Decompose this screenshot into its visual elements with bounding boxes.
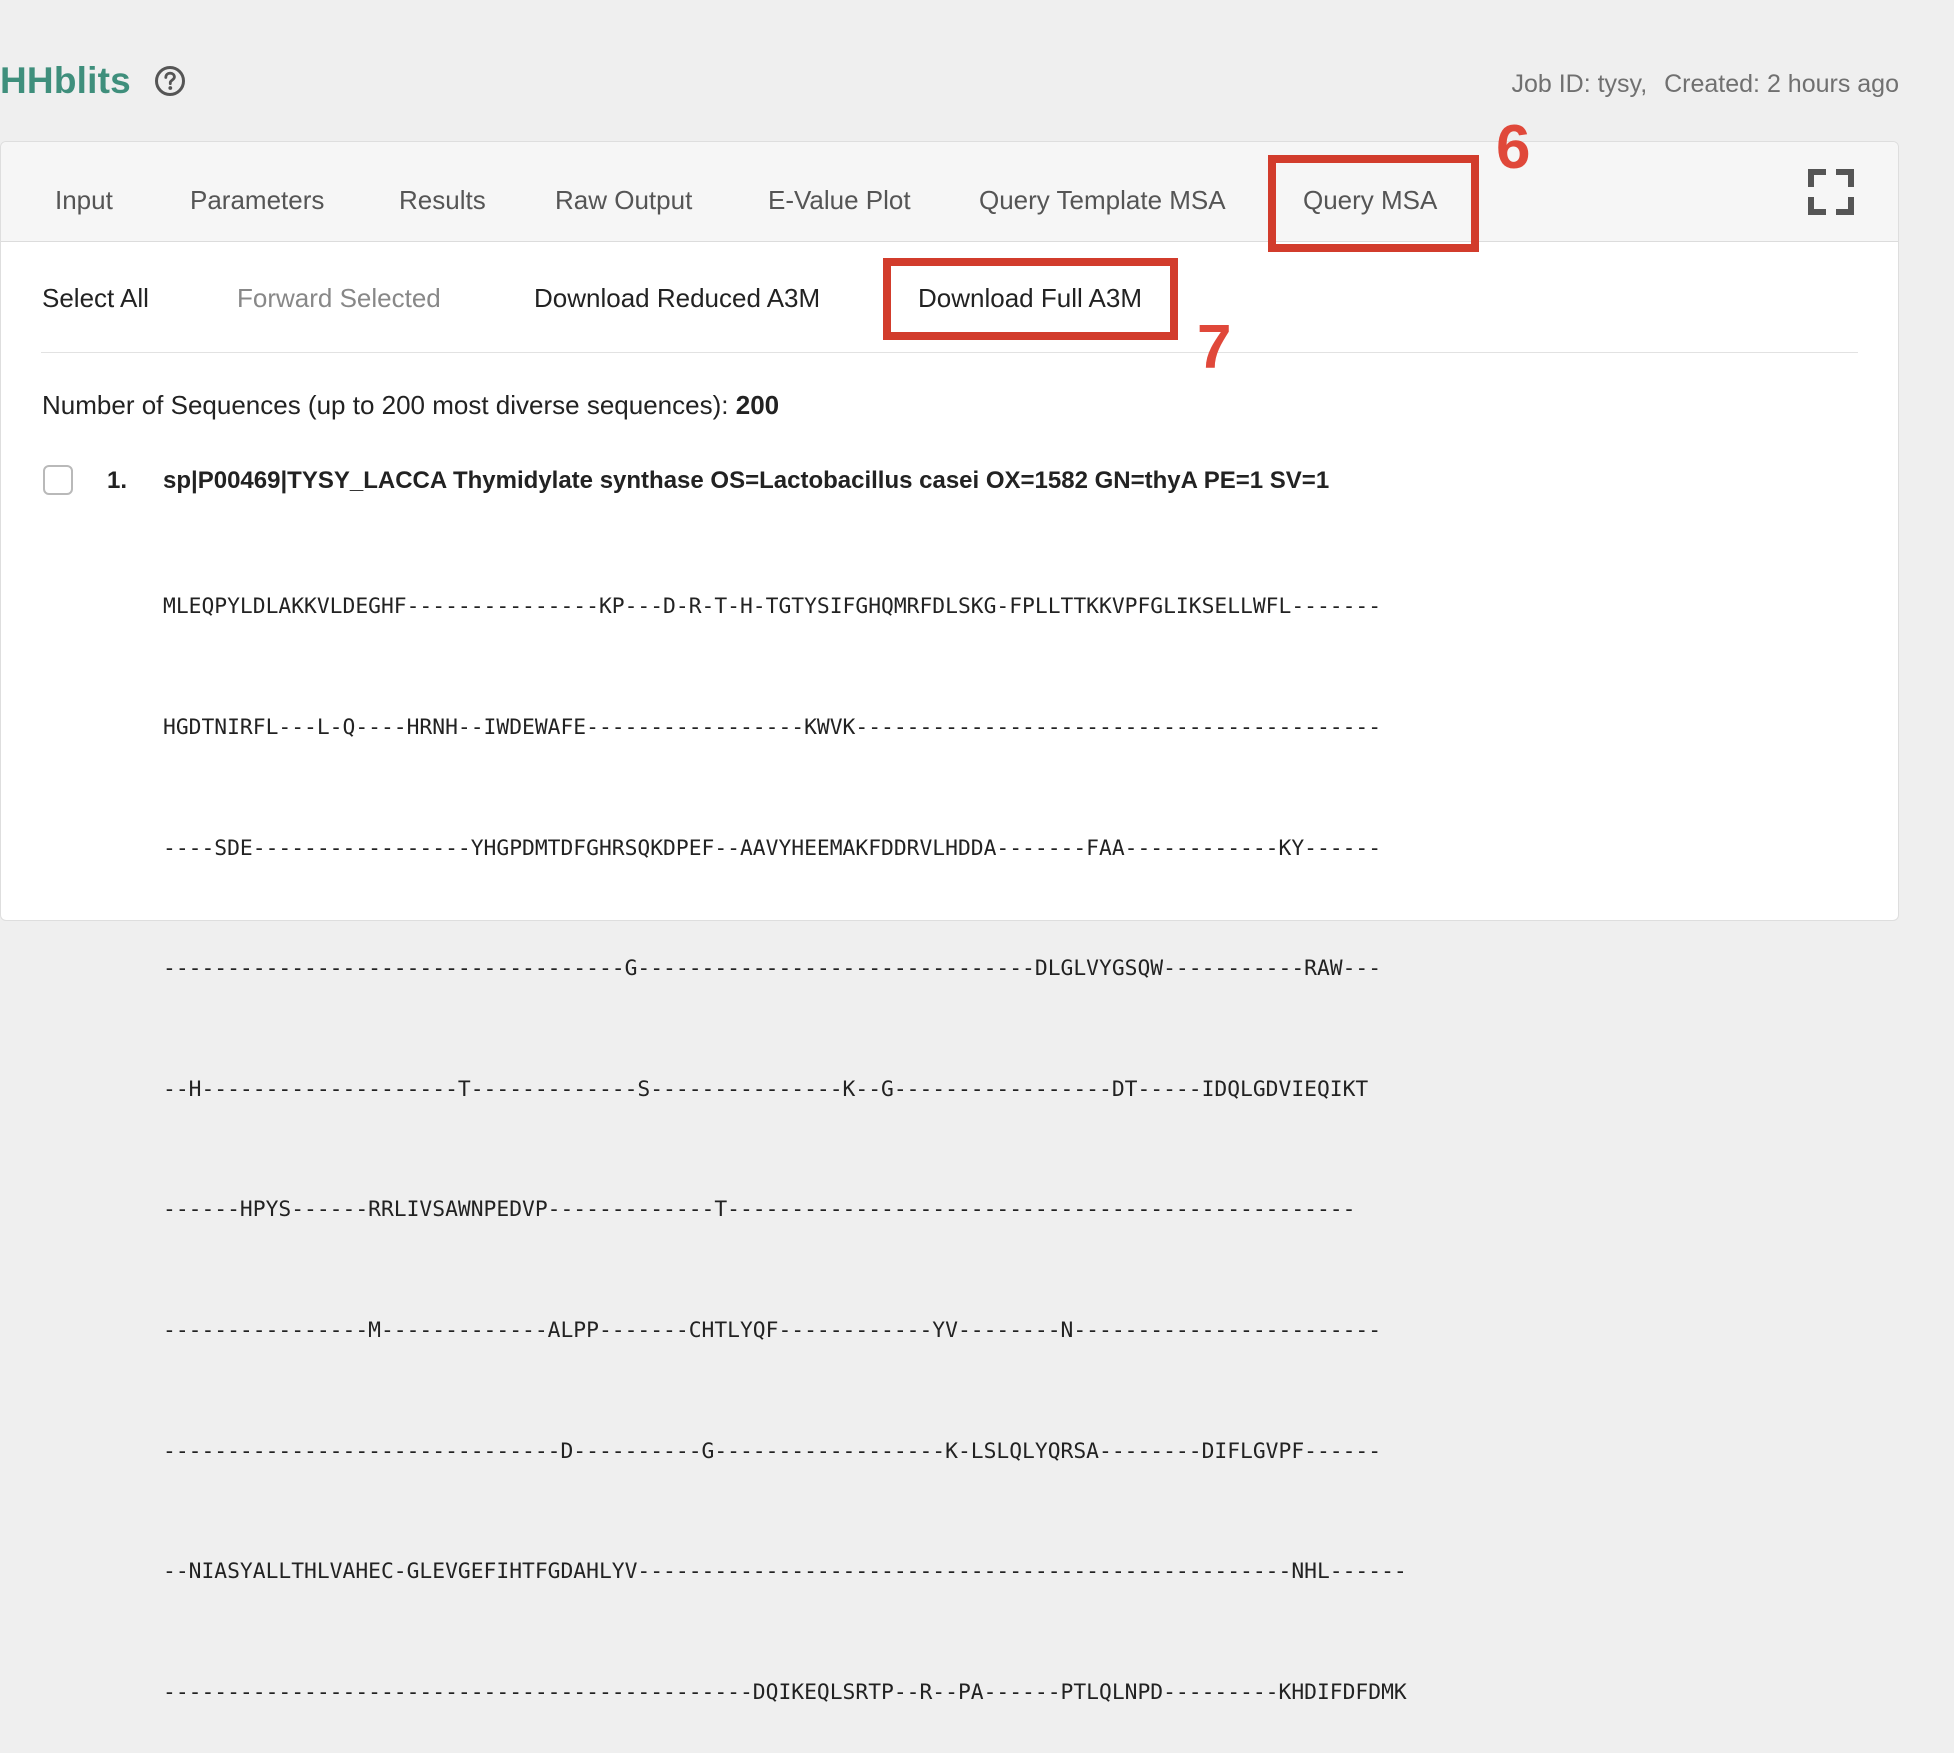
tab-results[interactable]: Results [399,185,486,216]
tab-parameters[interactable]: Parameters [190,185,324,216]
alignment-line: -------------------------------D--------… [163,1438,1382,1464]
tab-raw-output[interactable]: Raw Output [555,185,692,216]
page-header: HHblits Job ID: tysy, Created: 2 hours a… [0,50,1954,120]
sequence-checkbox[interactable] [43,465,73,495]
sequence-header: sp|P00469|TYSY_LACCA Thymidylate synthas… [163,467,1330,494]
select-all-button[interactable]: Select All [42,283,149,314]
sequence-count-value: 200 [735,390,780,420]
alignment-line: ------HPYS------RRLIVSAWNPEDVP----------… [163,1197,1356,1223]
app-title: HHblits [0,60,131,101]
alignment-line: ----------------------------------------… [163,1679,1407,1705]
alignment-line: HGDTNIRFL---L-Q----HRNH--IWDEWAFE-------… [163,715,1382,741]
annotation-box-query-msa [1268,155,1479,252]
tab-query-template-msa[interactable]: Query Template MSA [979,185,1226,216]
alignment-line: ------------------------------------G---… [163,956,1382,982]
sequence-index: 1. [107,467,128,494]
alignment-line: --NIASYALLTHLVAHEC-GLEVGEFIHTFGDAHLYV---… [163,1559,1407,1585]
annotation-number-6: 6 [1496,113,1531,182]
help-icon[interactable] [154,65,186,97]
download-reduced-a3m-button[interactable]: Download Reduced A3M [534,283,820,314]
alignment-line: --H--------------------T-------------S--… [163,1076,1369,1102]
sequence-count-label: Number of Sequences (up to 200 most dive… [42,390,729,420]
alignment-line: ----SDE-----------------YHGPDMTDFGHRSQKD… [163,835,1382,861]
actions-divider [41,352,1858,353]
forward-selected-button[interactable]: Forward Selected [237,283,441,314]
fullscreen-icon[interactable] [1808,169,1854,215]
tab-input[interactable]: Input [55,185,113,216]
tab-evalue-plot[interactable]: E-Value Plot [768,185,911,216]
annotation-box-download-full [883,258,1178,340]
created-time: Created: 2 hours ago [1664,70,1899,98]
tab-bar: Input Parameters Results Raw Output E-Va… [1,142,1898,242]
alignment-line: ----------------M-------------ALPP------… [163,1318,1382,1344]
job-meta: Job ID: tysy, Created: 2 hours ago [1511,70,1899,99]
sequence-count: Number of Sequences (up to 200 most dive… [42,390,779,421]
sequence-alignment: MLEQPYLDLAKKVLDEGHF---------------KP---D… [163,507,1407,1753]
alignment-line: MLEQPYLDLAKKVLDEGHF---------------KP---D… [163,594,1382,620]
annotation-number-7: 7 [1197,313,1232,382]
job-id: Job ID: tysy, [1511,70,1648,98]
